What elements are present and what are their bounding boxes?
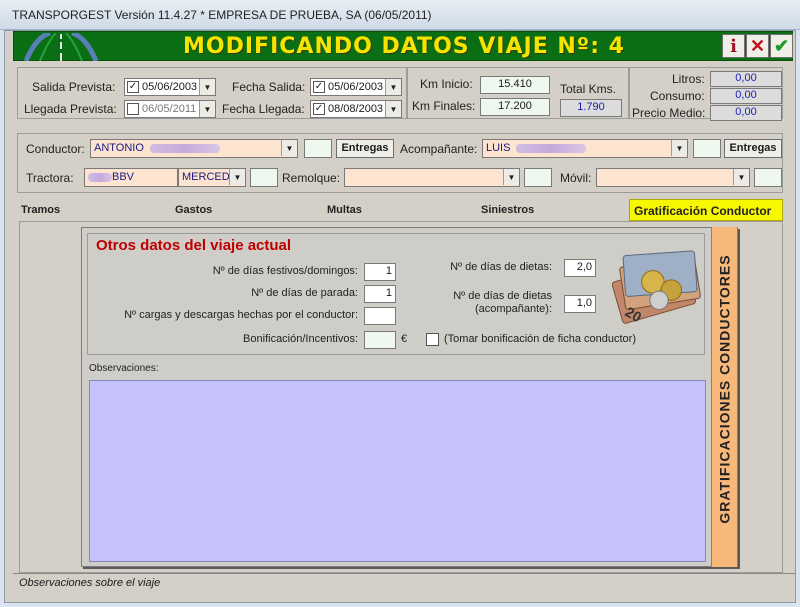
cargas-input[interactable] [364, 307, 396, 325]
side-title: GRATIFICACIONES CONDUCTORES [717, 254, 733, 524]
section-title: Otros datos del viaje actual [96, 237, 292, 254]
km-group: Km Inicio: 15.410 Km Finales: 17.200 Tot… [407, 67, 629, 119]
gratificacion-panel: Otros datos del viaje actual Nº de días … [81, 227, 738, 567]
dietas-input[interactable]: 2,0 [564, 259, 596, 277]
dietas-acompanante-input[interactable]: 1,0 [564, 295, 596, 313]
tab-bar: Tramos Gastos Multas Siniestros Gratific… [17, 199, 783, 221]
remolque-label: Remolque: [282, 171, 341, 185]
movil-code-input[interactable] [754, 168, 782, 187]
dietas-acompanante-label-line2: (acompañante): [474, 303, 552, 315]
redacted-text [516, 143, 587, 153]
tab-gastos[interactable]: Gastos [171, 199, 216, 221]
tab-siniestros[interactable]: Siniestros [477, 199, 538, 221]
info-button[interactable]: i [722, 34, 745, 58]
tomar-bonificacion-label: (Tomar bonificación de ficha conductor) [444, 333, 636, 345]
llegada-prevista-checkbox[interactable] [127, 103, 139, 115]
parada-label: Nº de días de parada: [251, 287, 358, 299]
conductor-label: Conductor: [26, 142, 85, 156]
chevron-down-icon[interactable]: ▼ [385, 101, 401, 117]
observaciones-label: Observaciones: [89, 363, 159, 374]
conductor-select[interactable]: ANTONIO ▼ [90, 139, 298, 158]
fecha-llegada-label: Fecha Llegada: [222, 102, 305, 116]
currency-label: € [401, 333, 408, 345]
accept-button[interactable]: ✔ [770, 34, 793, 58]
llegada-prevista-picker[interactable]: 06/05/2011 ▼ [124, 100, 216, 118]
chevron-down-icon[interactable]: ▼ [733, 169, 749, 185]
tractora-label: Tractora: [26, 171, 74, 185]
window-titlebar: TRANSPORGEST Versión 11.4.27 * EMPRESA D… [0, 0, 800, 30]
conductor-entregas-button[interactable]: Entregas [336, 139, 394, 158]
fuel-group: Litros: 0,00 Consumo: 0,00 Precio Medio:… [629, 67, 783, 121]
tractora-select[interactable]: BBV [84, 168, 178, 187]
acompanante-label: Acompañante: [400, 142, 478, 156]
chevron-down-icon[interactable]: ▼ [229, 169, 245, 185]
remolque-code-input[interactable] [524, 168, 552, 187]
cargas-label: Nº cargas y descargas hechas por el cond… [124, 309, 358, 321]
festivos-label: Nº de días festivos/domingos: [212, 265, 358, 277]
consumo-value: 0,00 [710, 88, 782, 104]
km-inicio-label: Km Inicio: [420, 77, 473, 91]
dietas-acompanante-label-line1: Nº de días de dietas [453, 290, 552, 302]
chevron-down-icon[interactable]: ▼ [199, 79, 215, 95]
fecha-salida-picker[interactable]: ✓ 05/06/2003 ▼ [310, 78, 402, 96]
acompanante-code-input[interactable] [693, 139, 721, 158]
chevron-down-icon[interactable]: ▼ [503, 169, 519, 185]
fecha-llegada-checkbox[interactable]: ✓ [313, 103, 325, 115]
litros-value: 0,00 [710, 71, 782, 87]
chevron-down-icon[interactable]: ▼ [671, 140, 687, 156]
precio-medio-label: Precio Medio: [632, 106, 706, 120]
total-kms-label: Total Kms. [560, 82, 617, 96]
people-group: Conductor: ANTONIO ▼ Entregas Acompañant… [17, 133, 783, 193]
km-inicio-input[interactable]: 15.410 [480, 76, 550, 94]
tractora-code-input[interactable] [250, 168, 278, 187]
acompanante-select[interactable]: LUIS ▼ [482, 139, 688, 158]
remolque-select[interactable]: ▼ [344, 168, 520, 187]
litros-label: Litros: [672, 72, 705, 86]
main-window: MODIFICANDO DATOS VIAJE Nº: 4 i ✕ ✔ Sali… [4, 30, 796, 603]
dates-group: Salida Prevista: ✓ 05/06/2003 ▼ Llegada … [17, 67, 407, 119]
km-finales-input[interactable]: 17.200 [480, 98, 550, 116]
observaciones-textarea[interactable] [89, 380, 706, 562]
bonificacion-label: Bonificación/Incentivos: [243, 333, 358, 345]
precio-medio-value: 0,00 [710, 105, 782, 121]
bonificacion-input[interactable] [364, 331, 396, 349]
close-button[interactable]: ✕ [746, 34, 769, 58]
tomar-bonificacion-checkbox[interactable] [426, 333, 439, 346]
dietas-label: Nº de días de dietas: [450, 261, 552, 273]
km-finales-label: Km Finales: [412, 99, 476, 113]
tab-content: Otros datos del viaje actual Nº de días … [19, 221, 783, 573]
status-text: Observaciones sobre el viaje [19, 577, 161, 589]
tab-tramos[interactable]: Tramos [17, 199, 64, 221]
festivos-input[interactable]: 1 [364, 263, 396, 281]
page-title: MODIFICANDO DATOS VIAJE Nº: 4 [183, 34, 625, 59]
consumo-label: Consumo: [650, 89, 705, 103]
tab-multas[interactable]: Multas [323, 199, 366, 221]
movil-select[interactable]: ▼ [596, 168, 750, 187]
salida-prevista-label: Salida Prevista: [32, 80, 116, 94]
chevron-down-icon[interactable]: ▼ [199, 101, 215, 117]
parada-input[interactable]: 1 [364, 285, 396, 303]
total-kms-value: 1.790 [560, 99, 622, 117]
tractora-marca-select[interactable]: MERCED ▼ [178, 168, 246, 187]
salida-prevista-checkbox[interactable]: ✓ [127, 81, 139, 93]
fecha-llegada-picker[interactable]: ✓ 08/08/2003 ▼ [310, 100, 402, 118]
fecha-salida-label: Fecha Salida: [232, 80, 306, 94]
side-title-strip: GRATIFICACIONES CONDUCTORES [711, 227, 737, 567]
status-bar: Observaciones sobre el viaje [13, 573, 795, 593]
otros-datos-frame: Otros datos del viaje actual Nº de días … [87, 233, 705, 355]
window-title: TRANSPORGEST Versión 11.4.27 * EMPRESA D… [12, 8, 432, 22]
conductor-code-input[interactable] [304, 139, 332, 158]
chevron-down-icon[interactable]: ▼ [281, 140, 297, 156]
redacted-text [88, 172, 112, 182]
tab-gratificacion-conductor[interactable]: Gratificación Conductor [629, 199, 783, 221]
fecha-salida-checkbox[interactable]: ✓ [313, 81, 325, 93]
chevron-down-icon[interactable]: ▼ [385, 79, 401, 95]
header-banner: MODIFICANDO DATOS VIAJE Nº: 4 i ✕ ✔ [13, 31, 793, 61]
money-icon: 20 [612, 250, 701, 326]
acompanante-entregas-button[interactable]: Entregas [724, 139, 782, 158]
salida-prevista-picker[interactable]: ✓ 05/06/2003 ▼ [124, 78, 216, 96]
redacted-text [149, 143, 220, 153]
llegada-prevista-label: Llegada Prevista: [24, 102, 117, 116]
movil-label: Móvil: [560, 171, 592, 185]
